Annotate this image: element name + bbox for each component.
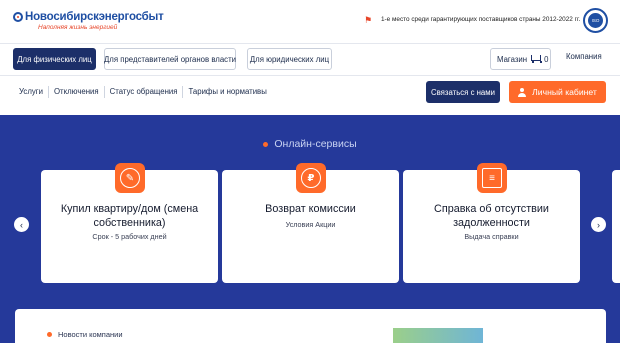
cart-icon	[531, 55, 543, 63]
shop-label: Магазин	[497, 54, 528, 64]
top-bar: Новосибирскэнергосбыт Наполняя жизнь эне…	[0, 0, 620, 40]
segment-individuals-button[interactable]: Для физических лиц	[13, 48, 96, 70]
award-text: 1-е место среди гарантирующих поставщико…	[381, 16, 581, 23]
shop-button[interactable]: Магазин 0	[490, 48, 551, 70]
news-thumbnail[interactable]	[393, 328, 483, 343]
segment-authorities-button[interactable]: Для представителей органов власти	[104, 48, 236, 70]
service-card-title: Справка об отсутствии задолженности	[434, 203, 549, 229]
personal-account-button[interactable]: Личный кабинет	[509, 81, 606, 103]
news-heading: Новости компании	[47, 330, 123, 339]
chevron-right-icon: ›	[597, 219, 600, 230]
service-card-title: Купил квартиру/дом (смена собственника)	[60, 203, 199, 229]
cart-count: 0	[544, 54, 549, 64]
seal-label: ISO	[588, 13, 603, 28]
chevron-left-icon: ‹	[20, 219, 23, 230]
service-card-title: Возврат комиссии	[265, 203, 356, 215]
personal-account-label: Личный кабинет	[532, 87, 597, 97]
service-card-change-owner[interactable]: ✎ Купил квартиру/дом (смена собственника…	[41, 163, 218, 283]
page: Новосибирскэнергосбыт Наполняя жизнь эне…	[0, 0, 620, 343]
service-card-partial[interactable]	[612, 170, 620, 283]
subnav-tariffs[interactable]: Тарифы и нормативы	[183, 86, 271, 98]
online-services-title: Онлайн-сервисы	[274, 138, 357, 150]
certificate-icon: ≡	[477, 163, 507, 193]
flag-icon: ⚑	[364, 15, 373, 25]
service-card-subtitle: Срок - 5 рабочих дней	[92, 232, 167, 241]
service-card-subtitle: Выдача справки	[464, 232, 519, 241]
carousel-prev-button[interactable]: ‹	[14, 217, 29, 232]
user-icon	[518, 87, 527, 97]
subnav-outages[interactable]: Отключения	[49, 86, 105, 98]
online-services-heading: Онлайн-сервисы	[0, 138, 620, 150]
lightbulb-logo-icon	[13, 12, 23, 22]
subnav-request-status[interactable]: Статус обращения	[105, 86, 184, 98]
company-logo[interactable]: Новосибирскэнергосбыт Наполняя жизнь эне…	[13, 11, 164, 31]
service-card-commission-refund[interactable]: ₽ Возврат комиссии Условия Акции	[222, 163, 399, 283]
news-title: Новости компании	[58, 330, 123, 339]
certificate-seal-icon: ISO	[583, 8, 608, 33]
subnav-services[interactable]: Услуги	[13, 86, 49, 98]
document-edit-icon: ✎	[115, 163, 145, 193]
service-card-subtitle: Условия Акции	[285, 220, 336, 229]
logo-title: Новосибирскэнергосбыт	[25, 11, 164, 23]
logo-slogan: Наполняя жизнь энергией	[38, 24, 118, 31]
contact-us-button[interactable]: Связаться с нами	[426, 81, 500, 103]
ruble-icon: ₽	[296, 163, 326, 193]
segment-nav: Для физических лиц Для представителей ор…	[0, 43, 620, 76]
bullet-dot	[47, 332, 52, 337]
segment-legal-entities-button[interactable]: Для юридических лиц	[247, 48, 332, 70]
service-card-no-debt-certificate[interactable]: ≡ Справка об отсутствии задолженности Вы…	[403, 163, 580, 283]
company-link[interactable]: Компания	[566, 52, 602, 61]
carousel-next-button[interactable]: ›	[591, 217, 606, 232]
bullet-dot	[263, 141, 269, 147]
